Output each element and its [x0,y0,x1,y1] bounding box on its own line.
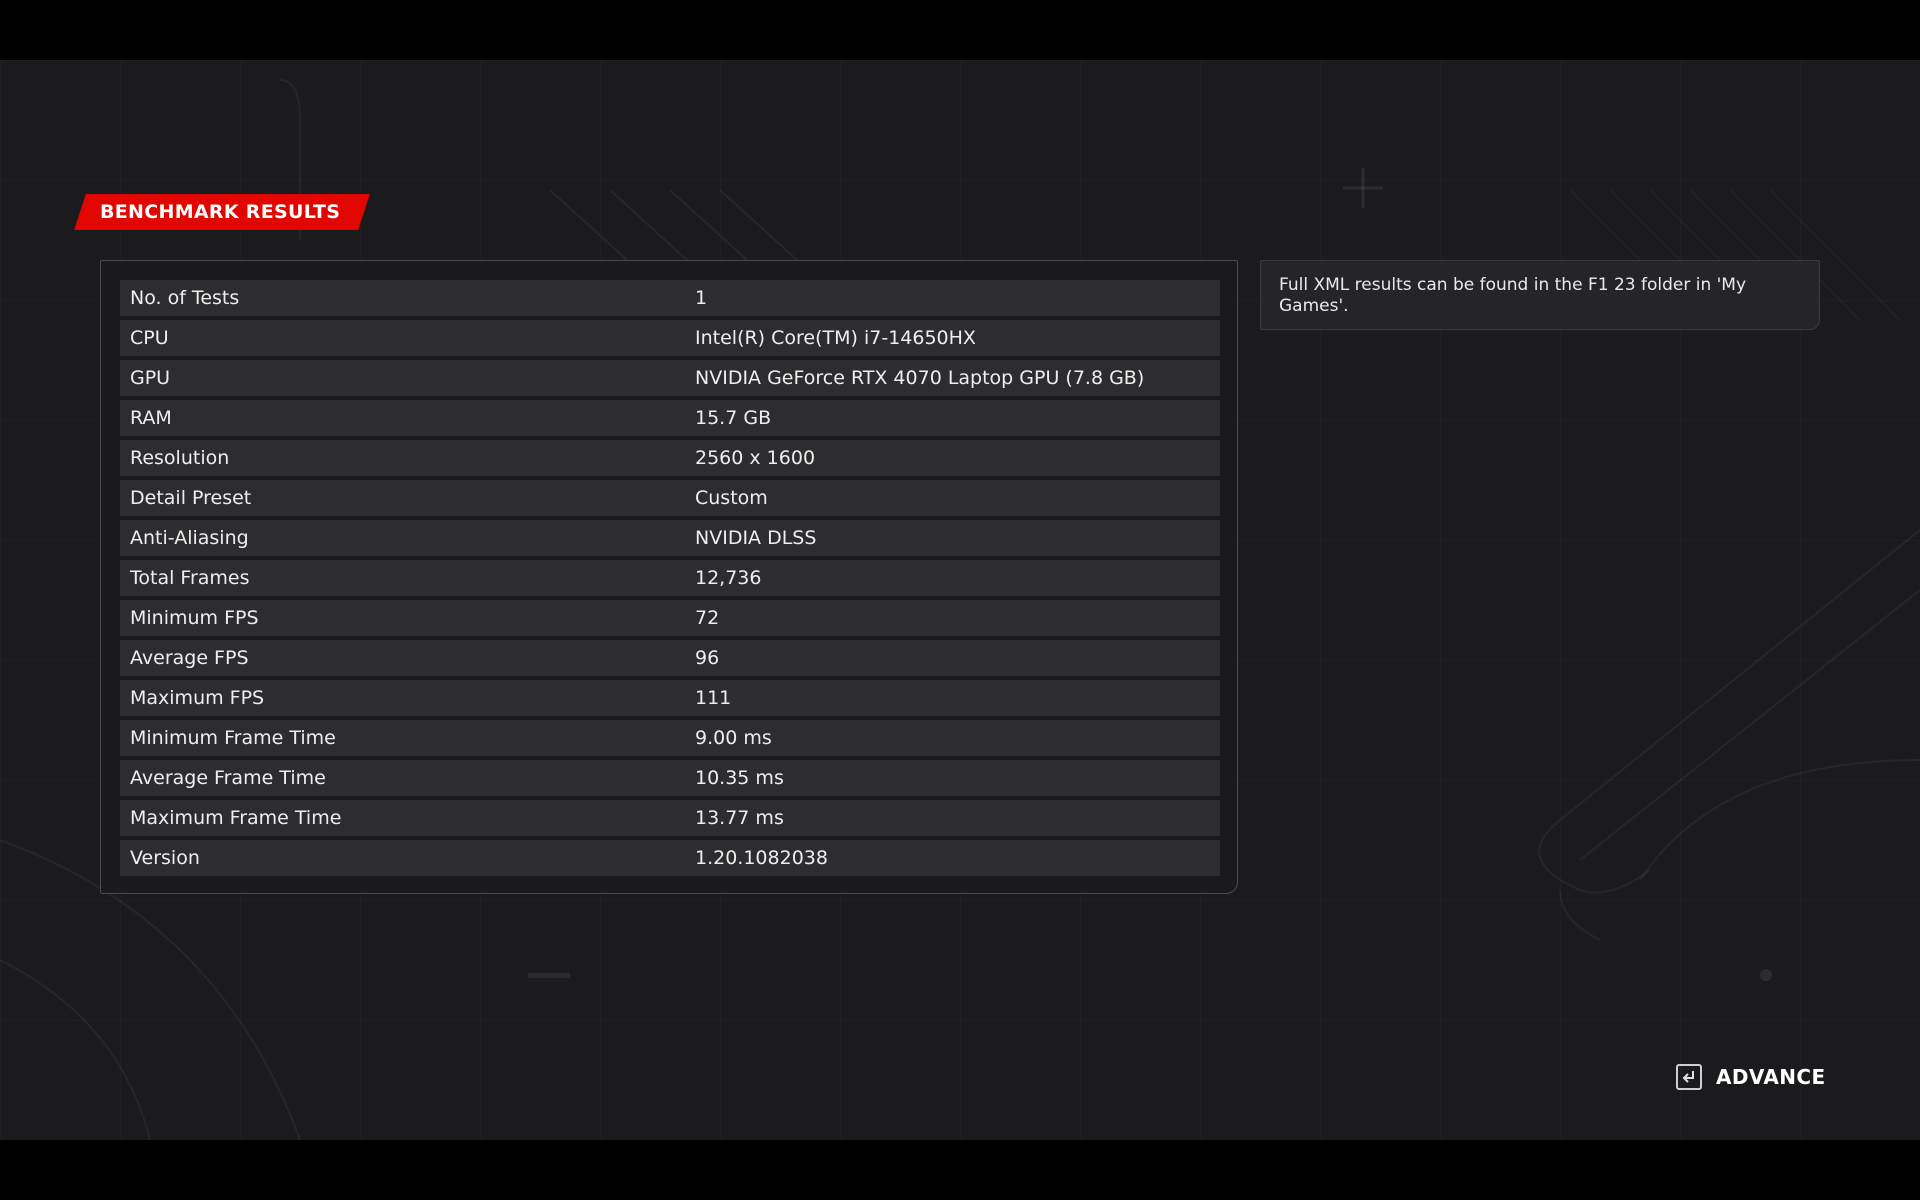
table-row: Average FPS 96 [120,640,1220,676]
table-row: Total Frames 12,736 [120,560,1220,596]
info-box: Full XML results can be found in the F1 … [1260,260,1820,330]
row-label: Total Frames [130,567,250,589]
table-row: Minimum FPS 72 [120,600,1220,636]
row-value: 111 [695,687,732,709]
letterbox-bottom [0,1140,1920,1200]
table-row: CPU Intel(R) Core(TM) i7-14650HX [120,320,1220,356]
row-label: CPU [130,327,169,349]
table-row: Version 1.20.1082038 [120,840,1220,876]
table-row: Maximum FPS 111 [120,680,1220,716]
row-value: 9.00 ms [695,727,772,749]
table-row: Maximum Frame Time 13.77 ms [120,800,1220,836]
row-value: NVIDIA DLSS [695,527,817,549]
row-value: 1.20.1082038 [695,847,828,869]
row-value: 13.77 ms [695,807,784,829]
row-label: Minimum Frame Time [130,727,336,749]
letterbox-top [0,0,1920,60]
row-value: Custom [695,487,768,509]
advance-label: ADVANCE [1716,1065,1826,1089]
row-label: Maximum FPS [130,687,265,709]
row-label: Average FPS [130,647,249,669]
row-label: Anti-Aliasing [130,527,249,549]
table-row: Anti-Aliasing NVIDIA DLSS [120,520,1220,556]
page-title: BENCHMARK RESULTS [100,201,341,223]
table-row: RAM 15.7 GB [120,400,1220,436]
row-value: 72 [695,607,720,629]
row-label: RAM [130,407,172,429]
enter-key-icon [1676,1064,1702,1090]
row-value: NVIDIA GeForce RTX 4070 Laptop GPU (7.8 … [695,367,1145,389]
table-row: No. of Tests 1 [120,280,1220,316]
row-value: 15.7 GB [695,407,772,429]
row-label: GPU [130,367,171,389]
info-text: Full XML results can be found in the F1 … [1279,275,1747,316]
row-value: 10.35 ms [695,767,784,789]
table-row: Detail Preset Custom [120,480,1220,516]
row-label: Maximum Frame Time [130,807,342,829]
table-row: Resolution 2560 x 1600 [120,440,1220,476]
benchmark-screen: BENCHMARK RESULTS No. of Tests 1 CPU Intel(… [0,60,1920,1140]
row-label: Detail Preset [130,487,252,509]
table-row: Average Frame Time 10.35 ms [120,760,1220,796]
row-label: Resolution [130,447,230,469]
results-table: No. of Tests 1 CPU Intel(R) Core(TM) i7-146… [120,280,1220,880]
row-label: Version [130,847,200,869]
results-panel: No. of Tests 1 CPU Intel(R) Core(TM) i7-146… [100,260,1238,894]
row-label: No. of Tests [130,287,240,309]
row-value: 1 [695,287,708,309]
page-title-badge: BENCHMARK RESULTS [74,194,371,230]
row-value: 12,736 [695,567,762,589]
row-label: Minimum FPS [130,607,259,629]
row-value: 96 [695,647,720,669]
row-label: Average Frame Time [130,767,326,789]
row-value: Intel(R) Core(TM) i7-14650HX [695,327,976,349]
row-value: 2560 x 1600 [695,447,816,469]
advance-button[interactable]: ADVANCE [1676,1064,1826,1090]
table-row: Minimum Frame Time 9.00 ms [120,720,1220,756]
table-row: GPU NVIDIA GeForce RTX 4070 Laptop GPU (7… [120,360,1220,396]
